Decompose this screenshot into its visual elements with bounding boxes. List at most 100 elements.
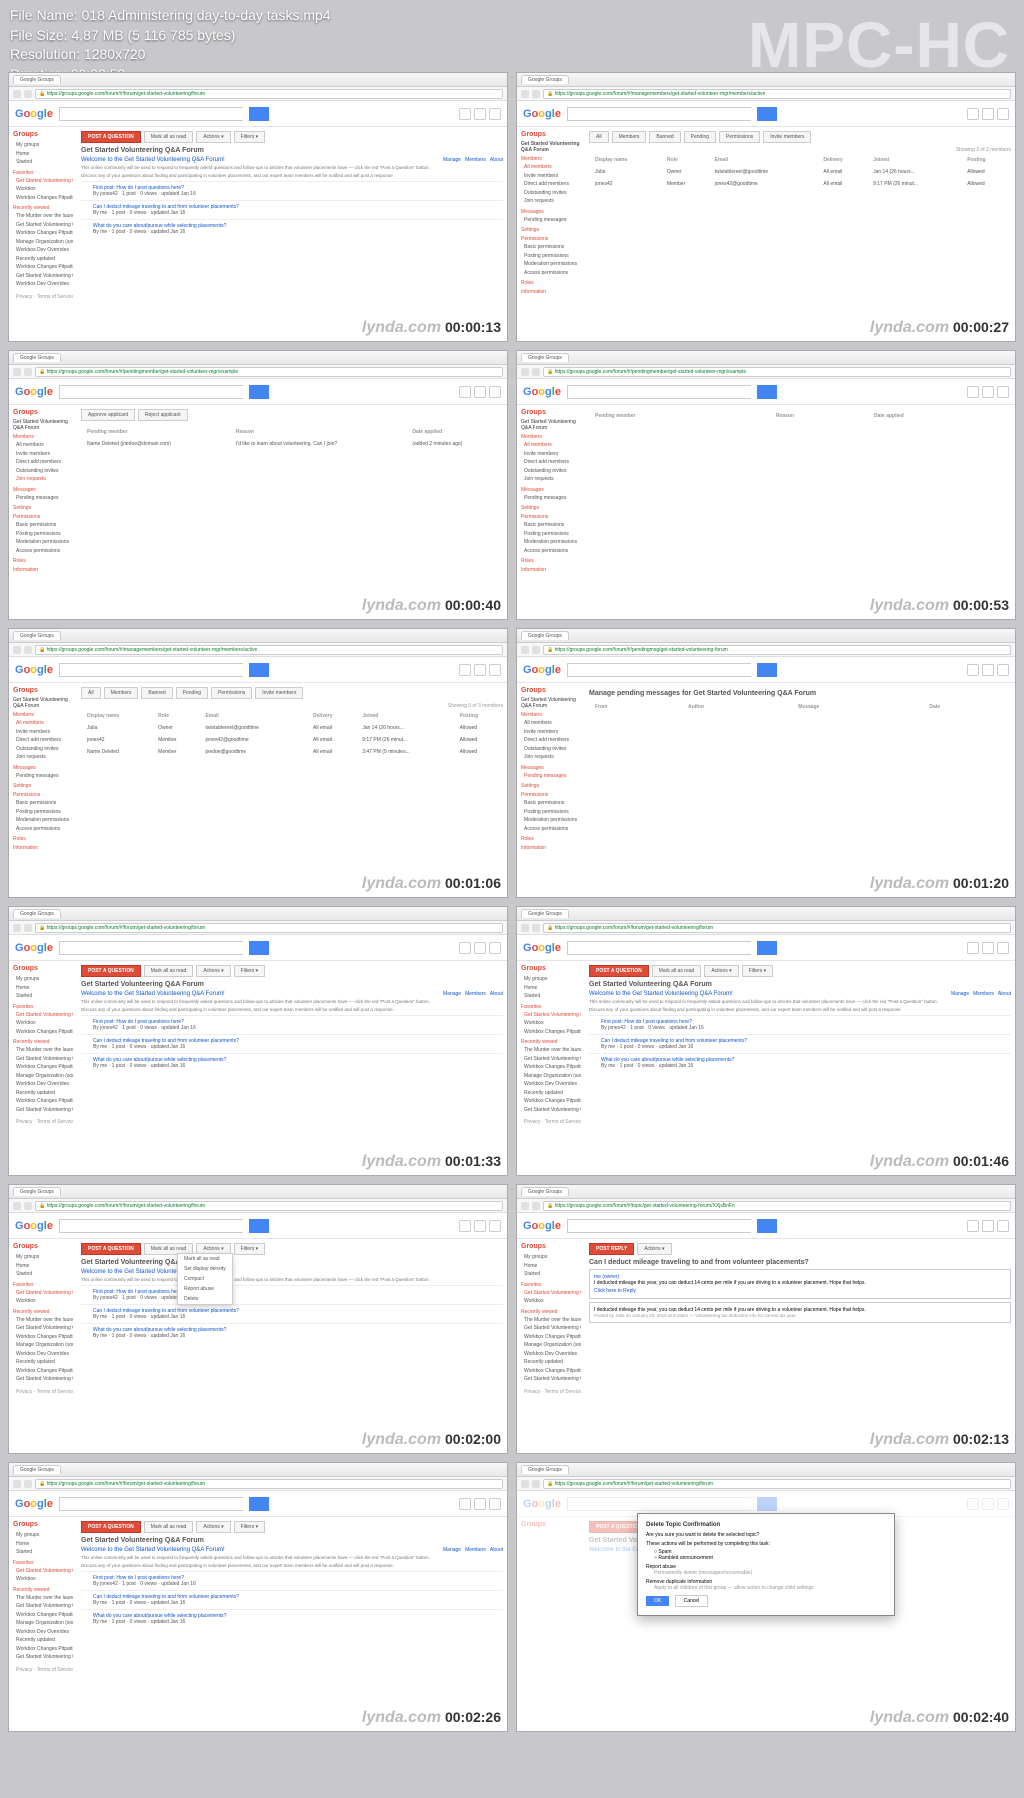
fav-item[interactable]: Get Started Volunteering Q&A F... <box>521 1011 581 1020</box>
nav-invites[interactable]: Outstanding invites <box>521 467 581 476</box>
recent-item[interactable]: Workbox Dev Overrides <box>13 280 73 289</box>
search-input[interactable] <box>567 385 752 399</box>
address-bar[interactable]: 🔒 https://groups.google.com/forum/#!mana… <box>35 645 503 655</box>
nav-perm[interactable]: Basic permissions <box>13 521 73 530</box>
nav-all-members[interactable]: All members <box>521 719 581 728</box>
recent-item[interactable]: Get Started Volunteering Q&A Forum <box>13 1653 73 1662</box>
recent-item[interactable]: Get Started Volunteering Q&A Forum <box>521 1106 581 1115</box>
search-input[interactable] <box>59 941 244 955</box>
fav-item[interactable]: Workbox Changes Pitpattern <box>13 194 73 203</box>
filters-button[interactable]: Filters ▾ <box>742 965 774 977</box>
avatar[interactable] <box>489 1220 501 1232</box>
search-button[interactable] <box>249 941 269 955</box>
footer-links[interactable]: Privacy · Terms of Service <box>13 1388 73 1397</box>
apps-icon[interactable] <box>459 108 471 120</box>
nav-invites[interactable]: Outstanding invites <box>13 467 73 476</box>
nav-pending-msg[interactable]: Pending messages <box>13 494 73 503</box>
nav-perm[interactable]: Access permissions <box>521 547 581 556</box>
post-row[interactable]: First post: How do I post questions here… <box>81 1571 503 1590</box>
groups-heading[interactable]: Groups <box>13 131 73 138</box>
post-row[interactable]: What do you care about/pursue while sele… <box>81 1609 503 1628</box>
fav-item[interactable]: Get Started Volunteering Q&A F... <box>13 1289 73 1298</box>
post-row[interactable]: First post: How do I post questions here… <box>81 181 503 200</box>
recent-item[interactable]: Recently updated <box>13 255 73 264</box>
nav-invites[interactable]: Outstanding invites <box>13 745 73 754</box>
apps-icon[interactable] <box>459 386 471 398</box>
nav-join-req[interactable]: Join requests <box>13 475 73 484</box>
nav-home[interactable]: Home <box>521 984 581 993</box>
post-row[interactable]: First post: How do I post questions here… <box>589 1015 1011 1034</box>
menu-item[interactable]: Mark all as read <box>178 1254 232 1264</box>
nav-started[interactable]: Started <box>521 992 581 1001</box>
nav-all-members[interactable]: All members <box>13 719 73 728</box>
notif-icon[interactable] <box>474 1220 486 1232</box>
actions-button[interactable]: Actions ▾ <box>637 1243 671 1255</box>
recent-item[interactable]: Manage Organization (something)(deft) <box>521 1341 581 1350</box>
actions-button[interactable]: Actions ▾ <box>704 965 738 977</box>
nav-join-req[interactable]: Join requests <box>13 753 73 762</box>
recent-item[interactable]: Get Started Volunteering Q&A Forum <box>13 1324 73 1333</box>
filter-perms[interactable]: Permissions <box>211 687 252 699</box>
recent-item[interactable]: Get Started Volunteering Q&A Forum <box>521 1324 581 1333</box>
reload-button[interactable] <box>24 1480 32 1488</box>
back-button[interactable] <box>521 1202 529 1210</box>
address-bar[interactable]: 🔒 https://groups.google.com/forum/#!foru… <box>35 89 503 99</box>
nav-direct-add[interactable]: Direct add members <box>521 180 581 189</box>
nav-direct-add[interactable]: Direct add members <box>13 458 73 467</box>
apps-icon[interactable] <box>967 108 979 120</box>
recent-item[interactable]: Recently updated <box>521 1089 581 1098</box>
nav-direct-add[interactable]: Direct add members <box>521 458 581 467</box>
fav-item[interactable]: Workbox <box>13 1297 73 1306</box>
post-button[interactable]: POST A QUESTION <box>81 131 141 143</box>
nav-perm[interactable]: Basic permissions <box>521 243 581 252</box>
recent-item[interactable]: The Murder over the laundering hub <box>521 1046 581 1055</box>
nav-home[interactable]: Home <box>13 1262 73 1271</box>
nav-invite[interactable]: Invite members <box>521 728 581 737</box>
approve-button[interactable]: Approve applicant <box>81 409 135 421</box>
recent-item[interactable]: Get Started Volunteering Q&A Forum <box>13 1375 73 1384</box>
groups-heading[interactable]: Groups <box>521 965 581 972</box>
cancel-button[interactable]: Cancel <box>675 1595 709 1607</box>
avatar[interactable] <box>489 1498 501 1510</box>
address-bar[interactable]: 🔒 https://groups.google.com/forum/#!pend… <box>543 367 1011 377</box>
fav-item[interactable]: Get Started Volunteering Q&A F... <box>13 177 73 186</box>
forum-links[interactable]: ManageMembersAbout <box>439 157 503 163</box>
fav-item[interactable]: Workbox Changes Pitpattern <box>13 1028 73 1037</box>
browser-tab[interactable]: Google Groups <box>521 631 569 640</box>
reload-button[interactable] <box>532 90 540 98</box>
post-row[interactable]: Can I deduct mileage traveling to and fr… <box>81 1590 503 1609</box>
fav-item[interactable]: Get Started Volunteering Q&A F... <box>521 1289 581 1298</box>
recent-item[interactable]: Manage Organization (something)(deft) <box>13 1341 73 1350</box>
modal-option[interactable]: Rambled announcement <box>658 1555 712 1561</box>
groups-heading[interactable]: Groups <box>13 965 73 972</box>
back-button[interactable] <box>13 368 21 376</box>
reload-button[interactable] <box>532 646 540 654</box>
filter-banned[interactable]: Banned <box>141 687 172 699</box>
filter-all[interactable]: All <box>589 131 609 143</box>
avatar[interactable] <box>489 664 501 676</box>
post-button[interactable]: POST A QUESTION <box>81 965 141 977</box>
nav-direct-add[interactable]: Direct add members <box>521 736 581 745</box>
footer-links[interactable]: Privacy · Terms of Service <box>521 1388 581 1397</box>
reload-button[interactable] <box>24 368 32 376</box>
browser-tab[interactable]: Google Groups <box>521 1187 569 1196</box>
nav-mygroups[interactable]: My groups <box>521 1253 581 1262</box>
browser-tab[interactable]: Google Groups <box>13 1187 61 1196</box>
nav-mygroups[interactable]: My groups <box>13 975 73 984</box>
address-bar[interactable]: 🔒 https://groups.google.com/forum/#!foru… <box>35 1479 503 1489</box>
menu-item[interactable]: Report abuse <box>178 1284 232 1294</box>
groups-heading[interactable]: Groups <box>13 1521 73 1528</box>
search-input[interactable] <box>59 1497 244 1511</box>
browser-tab[interactable]: Google Groups <box>13 631 61 640</box>
forum-nav-title[interactable]: Get Started Volunteering Q&A Forum <box>521 419 581 431</box>
nav-invite[interactable]: Invite members <box>13 450 73 459</box>
recent-item[interactable]: Workbox Changes Pitpattern <box>521 1097 581 1106</box>
apps-icon[interactable] <box>967 386 979 398</box>
nav-perm[interactable]: Posting permissions <box>521 252 581 261</box>
recent-item[interactable]: Manage Organization (something)(deft) <box>13 1619 73 1628</box>
nav-direct-add[interactable]: Direct add members <box>13 736 73 745</box>
address-bar[interactable]: 🔒 https://groups.google.com/forum/#!topi… <box>543 1201 1011 1211</box>
nav-perm[interactable]: Moderation permissions <box>13 538 73 547</box>
post-row[interactable]: Can I deduct mileage traveling to and fr… <box>81 200 503 219</box>
table-row[interactable]: Name Deleted (joedoe@domain.com)I'd like… <box>83 439 501 449</box>
